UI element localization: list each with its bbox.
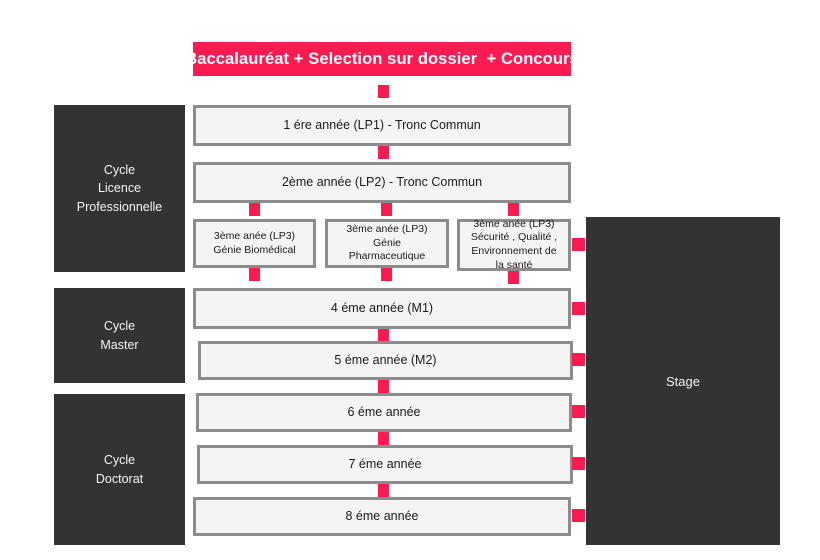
connector-m1-to-stage — [572, 302, 585, 315]
connector-lp3-biomedical-to-m1 — [249, 268, 260, 281]
connector-annee8-to-stage — [572, 509, 585, 522]
stage-panel: Stage — [586, 217, 780, 545]
step-box-m2[interactable]: 5 éme année (M2) — [198, 341, 573, 380]
step-box-annee7[interactable]: 7 éme année — [197, 445, 573, 484]
step-box-annee6[interactable]: 6 éme année — [196, 393, 572, 432]
connector-lp2-to-lp3-biomedical — [249, 203, 260, 216]
admission-header-banner: Baccalauréat + Selection sur dossier + C… — [185, 42, 579, 76]
cycle-panel-licence: Cycle Licence Professionnelle — [54, 105, 185, 272]
step-box-m1[interactable]: 4 éme année (M1) — [193, 288, 571, 329]
connector-lp1-to-lp2 — [378, 146, 389, 159]
step-box-annee8[interactable]: 8 éme année — [193, 497, 571, 536]
connector-lp3-sqe-to-stage — [572, 238, 585, 251]
connector-annee6-to-stage — [572, 405, 585, 418]
diagram-canvas: Baccalauréat + Selection sur dossier + C… — [0, 0, 820, 560]
connector-lp3-sqe-to-m1 — [508, 271, 519, 284]
connector-m2-to-annee6 — [378, 380, 389, 393]
connector-annee7-to-stage — [572, 457, 585, 470]
connector-header-to-lp1 — [378, 85, 389, 98]
connector-lp2-to-lp3-pharmaceutique — [381, 203, 392, 216]
cycle-panel-doctorat: Cycle Doctorat — [54, 394, 185, 545]
connector-annee6-to-annee7 — [378, 432, 389, 445]
cycle-panel-master: Cycle Master — [54, 288, 185, 383]
connector-m2-to-stage — [572, 353, 585, 366]
connector-annee7-to-annee8 — [378, 484, 389, 497]
connector-lp2-to-lp3-sqe — [508, 203, 519, 216]
step-box-lp3-pharmaceutique[interactable]: 3ème anée (LP3) Génie Pharmaceutique — [325, 219, 449, 268]
step-box-lp1[interactable]: 1 ére année (LP1) - Tronc Commun — [193, 105, 571, 146]
connector-lp3-pharmaceutique-to-m1 — [381, 268, 392, 281]
step-box-lp3-biomedical[interactable]: 3ème anée (LP3) Génie Biomédical — [193, 219, 316, 268]
step-box-lp2[interactable]: 2ème année (LP2) - Tronc Commun — [193, 162, 571, 203]
step-box-lp3-sqe[interactable]: 3ème anée (LP3) Sécurité , Qualité , Env… — [457, 218, 571, 271]
